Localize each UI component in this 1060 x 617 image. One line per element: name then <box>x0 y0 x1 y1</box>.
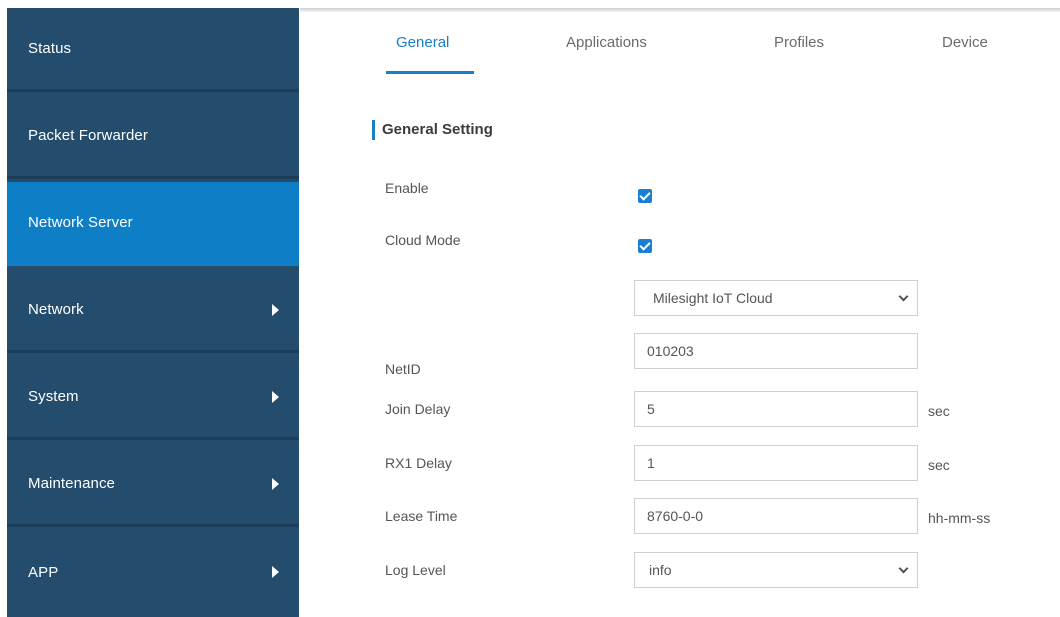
sidebar-item-label: Network <box>28 301 84 318</box>
sidebar-item-packet-forwarder[interactable]: Packet Forwarder <box>7 95 299 179</box>
cloud-provider-select[interactable]: Milesight IoT Cloud <box>634 280 918 316</box>
rx1-delay-input[interactable]: 1 <box>634 445 918 481</box>
join-delay-input[interactable]: 5 <box>634 391 918 427</box>
join-delay-unit: sec <box>928 403 950 419</box>
lease-time-input[interactable]: 8760-0-0 <box>634 498 918 534</box>
join-delay-value: 5 <box>647 401 655 417</box>
chevron-down-icon <box>898 291 909 302</box>
netid-input[interactable]: 010203 <box>634 333 918 369</box>
chevron-down-icon <box>898 563 909 574</box>
header-divider <box>300 8 1060 12</box>
tab-applications[interactable]: Applications <box>566 34 647 51</box>
sidebar: Status Packet Forwarder Network Server N… <box>7 8 299 617</box>
sidebar-item-label: Maintenance <box>28 475 115 492</box>
rx1-delay-value: 1 <box>647 455 655 471</box>
section-title: General Setting <box>382 121 493 138</box>
sidebar-item-system[interactable]: System <box>7 356 299 440</box>
tab-device[interactable]: Device <box>942 34 988 51</box>
rx1-delay-unit: sec <box>928 457 950 473</box>
log-level-value: info <box>649 562 672 578</box>
sidebar-item-network[interactable]: Network <box>7 269 299 353</box>
netid-value: 010203 <box>647 343 694 359</box>
caret-right-icon <box>272 566 279 578</box>
enable-checkbox[interactable] <box>638 189 652 203</box>
tab-profiles[interactable]: Profiles <box>774 34 824 51</box>
sidebar-item-label: APP <box>28 563 59 581</box>
netid-label: NetID <box>385 361 421 377</box>
lease-time-label: Lease Time <box>385 508 458 524</box>
sidebar-item-label: Network Server <box>28 214 133 231</box>
log-level-label: Log Level <box>385 562 446 578</box>
sidebar-item-label: System <box>28 388 79 405</box>
active-tab-indicator <box>386 71 474 74</box>
section-marker <box>372 120 375 140</box>
cloud-provider-value: Milesight IoT Cloud <box>653 290 773 306</box>
sidebar-item-maintenance[interactable]: Maintenance <box>7 443 299 527</box>
sidebar-item-label: Status <box>28 40 72 57</box>
rx1-delay-label: RX1 Delay <box>385 455 452 471</box>
caret-right-icon <box>272 390 279 403</box>
join-delay-label: Join Delay <box>385 401 451 417</box>
sidebar-item-status[interactable]: Status <box>7 8 299 92</box>
caret-right-icon <box>272 477 279 490</box>
lease-time-value: 8760-0-0 <box>647 508 704 524</box>
enable-label: Enable <box>385 180 429 196</box>
sidebar-item-app[interactable]: APP <box>7 530 299 614</box>
sidebar-item-network-server[interactable]: Network Server <box>7 182 299 266</box>
tab-general[interactable]: General <box>396 34 449 51</box>
caret-right-icon <box>272 303 279 316</box>
cloud-mode-checkbox[interactable] <box>638 239 652 253</box>
cloud-mode-label: Cloud Mode <box>385 232 461 248</box>
log-level-select[interactable]: info <box>634 552 918 588</box>
lease-time-unit: hh-mm-ss <box>928 510 991 526</box>
sidebar-item-label: Packet Forwarder <box>28 127 148 144</box>
